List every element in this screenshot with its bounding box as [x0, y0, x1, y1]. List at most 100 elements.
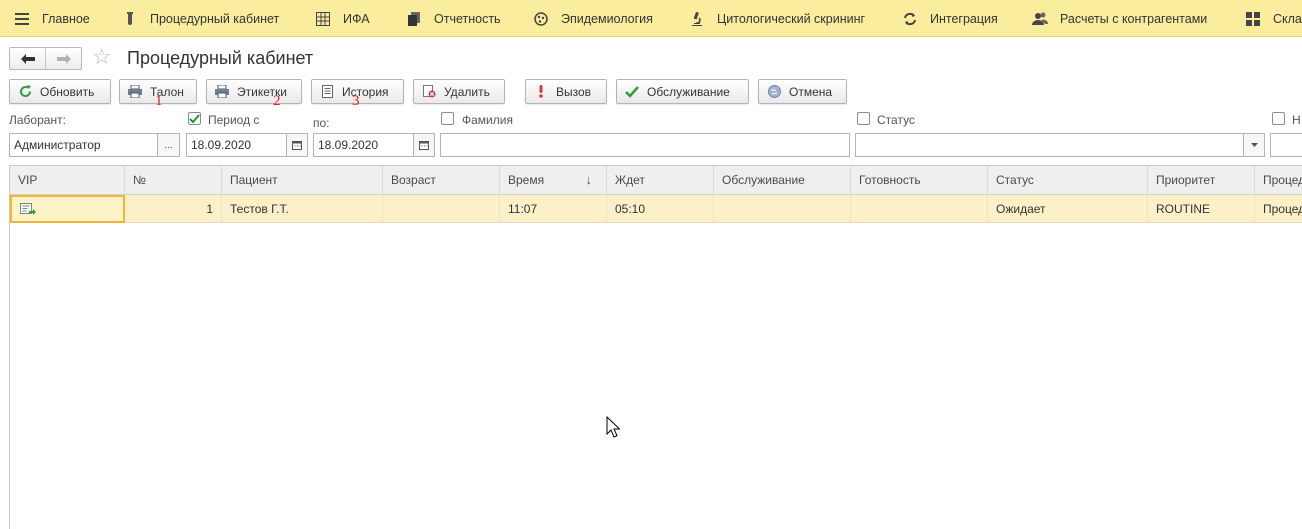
- reports-icon: [406, 11, 422, 27]
- section-integration[interactable]: Интеграция: [902, 0, 998, 36]
- laborant-label: Лаборант:: [9, 113, 66, 127]
- section-epidemiology[interactable]: Эпидемиология: [533, 0, 653, 36]
- period-to-calendar-button[interactable]: [413, 133, 435, 157]
- table-row[interactable]: 1 Тестов Г.Т. 11:07 05:10 Ожидает ROUTIN…: [10, 195, 1302, 223]
- button-label: Обновить: [40, 84, 95, 99]
- call-button[interactable]: Вызов: [525, 79, 607, 104]
- procedure-cell: Процед: [1255, 195, 1302, 223]
- refresh-button[interactable]: Обновить: [9, 79, 111, 104]
- section-label: Главное: [42, 11, 90, 26]
- section-ifa[interactable]: ИФА: [315, 0, 370, 36]
- microscope-icon: [689, 11, 705, 27]
- period-from-field[interactable]: 18.09.2020: [186, 133, 287, 157]
- status-field[interactable]: [855, 133, 1244, 157]
- document-arrow-icon: [20, 203, 36, 215]
- grid-plate-icon: [315, 11, 331, 27]
- section-reports[interactable]: Отчетность: [406, 0, 501, 36]
- surname-checkbox[interactable]: [441, 112, 454, 125]
- column-header-vip[interactable]: VIP: [10, 166, 125, 194]
- back-button[interactable]: [10, 48, 45, 69]
- ready-cell: [851, 195, 988, 223]
- labels-button[interactable]: Этикетки: [206, 79, 302, 104]
- queue-table: VIP № Пациент Возраст Время ↓ Ждет Обслу…: [9, 165, 1302, 529]
- column-header-ready[interactable]: Готовность: [851, 166, 988, 194]
- laborant-picker-button[interactable]: ...: [157, 133, 180, 157]
- page-title: Процедурный кабинет: [127, 48, 314, 68]
- sync-icon: [902, 11, 918, 27]
- section-cytology[interactable]: Цитологический скрининг: [689, 0, 865, 36]
- sections-panel: Главное Процедурный кабинет ИФА Отчетнос…: [0, 0, 1302, 37]
- calendar-icon: [419, 141, 429, 150]
- table-header: VIP № Пациент Возраст Время ↓ Ждет Обслу…: [10, 166, 1302, 195]
- delete-button[interactable]: Удалить: [413, 79, 505, 104]
- warehouse-icon: [1245, 11, 1261, 27]
- status-label: Статус: [877, 113, 915, 127]
- forward-button[interactable]: [45, 48, 81, 69]
- column-header-waits[interactable]: Ждет: [607, 166, 714, 194]
- calendar-icon: [292, 141, 302, 150]
- age-cell: [383, 195, 500, 223]
- section-procedure-room[interactable]: Процедурный кабинет: [122, 0, 280, 36]
- section-label: Процедурный кабинет: [150, 11, 280, 26]
- section-label: ИФА: [343, 11, 370, 26]
- status-checkbox[interactable]: [857, 112, 870, 125]
- arrow-left-icon: [20, 53, 35, 64]
- chevron-down-icon: [1250, 143, 1258, 147]
- period-label: Период с: [208, 113, 260, 127]
- section-label: Интеграция: [930, 11, 998, 26]
- period-to-label: по:: [313, 116, 330, 130]
- extra-filter-label: Н: [1292, 113, 1301, 127]
- period-to-field[interactable]: 18.09.2020: [313, 133, 414, 157]
- section-label: Скла: [1273, 11, 1302, 26]
- column-header-patient[interactable]: Пациент: [222, 166, 383, 194]
- column-header-service[interactable]: Обслуживание: [714, 166, 851, 194]
- column-header-procedure[interactable]: Процед: [1255, 166, 1302, 194]
- people-icon: [1032, 11, 1048, 27]
- delete-icon: [422, 85, 436, 99]
- column-header-age[interactable]: Возраст: [383, 166, 500, 194]
- arrow-right-icon: [56, 53, 71, 64]
- laborant-field[interactable]: Администратор: [9, 133, 158, 157]
- history-navigation: [9, 47, 82, 70]
- section-label: Эпидемиология: [561, 11, 653, 26]
- printer-icon: [215, 85, 229, 99]
- surname-field[interactable]: [440, 133, 850, 157]
- section-counterparties[interactable]: Расчеты с контрагентами: [1032, 0, 1208, 36]
- annotation-number: 2: [273, 93, 281, 109]
- sort-down-icon: ↓: [585, 172, 593, 187]
- service-button[interactable]: Обслуживание: [616, 79, 749, 104]
- refresh-icon: [18, 85, 32, 99]
- surname-label: Фамилия: [462, 113, 513, 127]
- status-dropdown-button[interactable]: [1243, 133, 1265, 157]
- column-header-time[interactable]: Время ↓: [500, 166, 607, 194]
- column-header-priority[interactable]: Приоритет: [1148, 166, 1255, 194]
- checkmark-icon: [189, 113, 200, 123]
- test-tube-icon: [122, 11, 138, 27]
- section-label: Расчеты с контрагентами: [1060, 11, 1208, 26]
- patient-cell: Тестов Г.Т.: [222, 195, 383, 223]
- globe-icon: [767, 85, 781, 99]
- button-label: Удалить: [444, 84, 490, 99]
- section-main[interactable]: Главное: [14, 0, 90, 36]
- menu-icon: [14, 11, 30, 27]
- favorite-star-icon[interactable]: ☆: [92, 44, 112, 70]
- period-checkbox[interactable]: [188, 112, 201, 125]
- column-header-number[interactable]: №: [125, 166, 222, 194]
- section-warehouse[interactable]: Скла: [1245, 0, 1302, 36]
- number-cell: 1: [125, 195, 222, 223]
- extra-filter-checkbox[interactable]: [1272, 112, 1285, 125]
- exclamation-icon: [534, 85, 548, 99]
- cancel-button[interactable]: Отмена: [758, 79, 847, 104]
- priority-cell: ROUTINE: [1148, 195, 1255, 223]
- period-from-calendar-button[interactable]: [286, 133, 308, 157]
- time-cell: 11:07: [500, 195, 607, 223]
- printer-icon: [128, 85, 142, 99]
- column-header-label: Время: [508, 173, 545, 187]
- button-label: Отмена: [789, 84, 833, 99]
- vip-cell[interactable]: [10, 195, 125, 223]
- document-icon: [320, 85, 334, 99]
- virus-icon: [533, 11, 549, 27]
- button-label: Обслуживание: [647, 84, 730, 99]
- extra-filter-field[interactable]: [1270, 133, 1302, 157]
- column-header-status[interactable]: Статус: [988, 166, 1148, 194]
